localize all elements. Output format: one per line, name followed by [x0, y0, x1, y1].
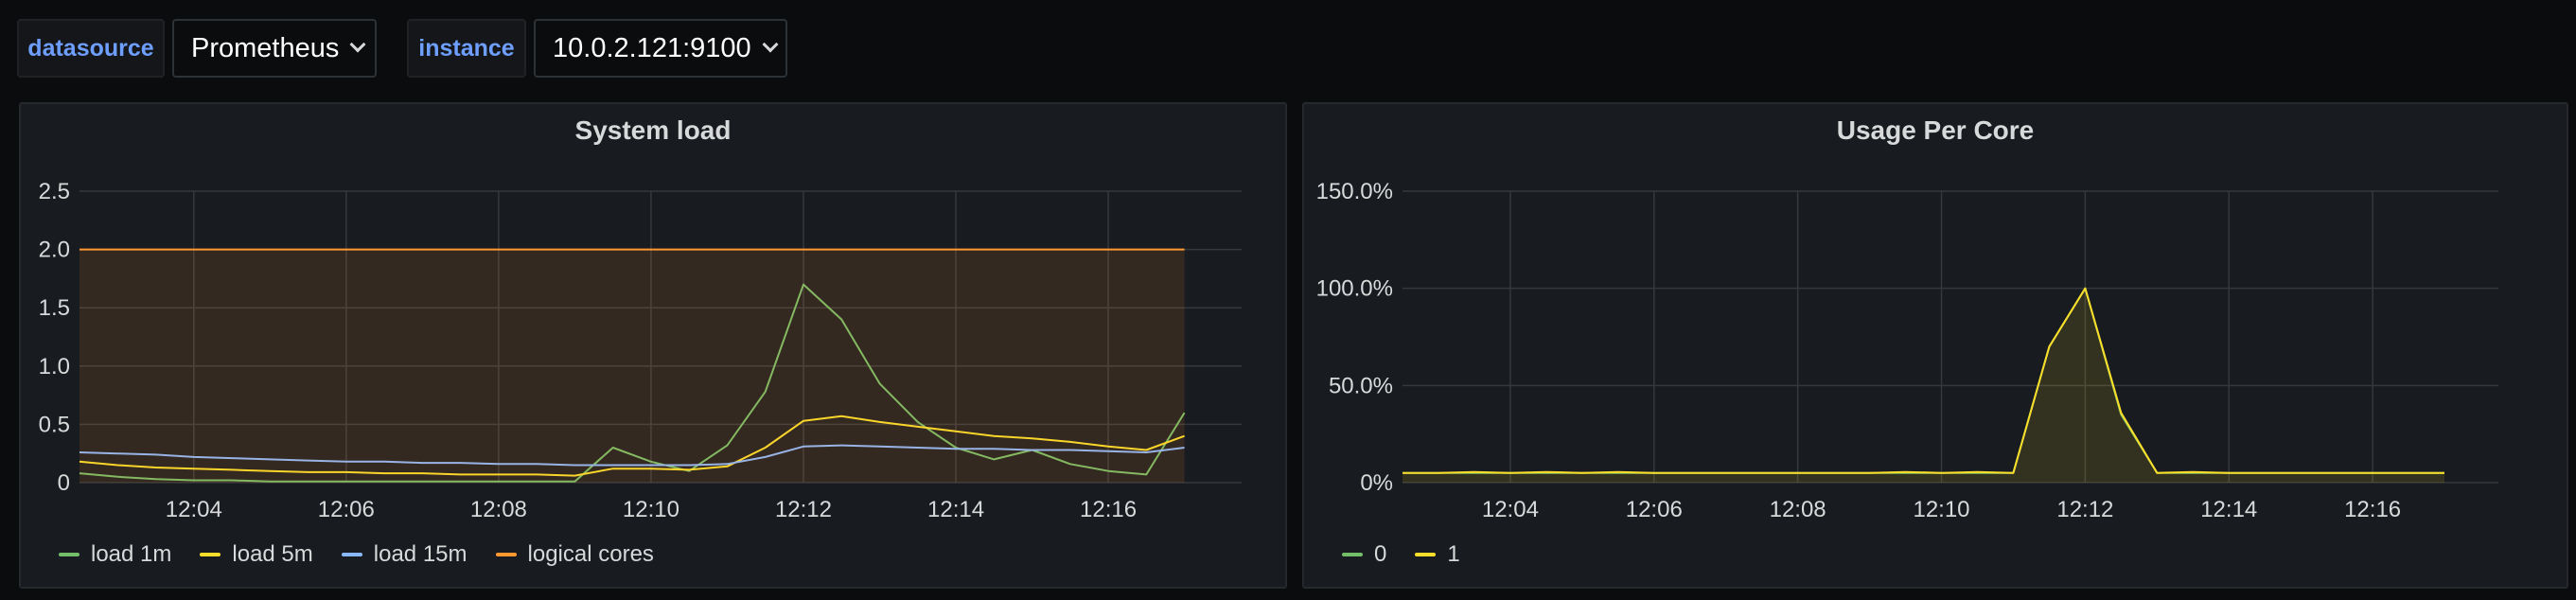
instance-select[interactable]: 10.0.2.121:9100 [534, 19, 787, 78]
system-load-legend: load 1m load 5m load 15m logical cores [59, 541, 654, 568]
x-tick-label: 12:14 [2200, 497, 2257, 522]
x-tick-label: 12:04 [1482, 497, 1539, 522]
y-tick-label: 0.5 [39, 412, 70, 437]
legend-item[interactable]: 1 [1415, 541, 1460, 568]
y-tick-label: 2.5 [39, 179, 70, 204]
y-tick-label: 50.0% [1329, 373, 1393, 398]
datasource-select[interactable]: Prometheus [172, 19, 377, 78]
usage-per-core-panel: Usage Per Core 0% 50.0% 100.0% 150.0% 12:04 1… [1302, 102, 2568, 589]
legend-swatch [59, 553, 79, 556]
instance-variable-label: instance [407, 19, 526, 78]
x-tick-label: 12:10 [1913, 497, 1969, 522]
series-area [79, 249, 1185, 483]
x-tick-label: 12:16 [1080, 497, 1137, 522]
x-tick-label: 12:16 [2344, 497, 2401, 522]
series-line [1403, 287, 2444, 474]
legend-label: 0 [1374, 541, 1387, 567]
y-tick-label: 100.0% [1316, 276, 1393, 302]
y-tick-label: 0% [1360, 470, 1393, 496]
legend-label: load 15m [373, 541, 468, 567]
legend-label: 1 [1447, 541, 1460, 567]
legend-swatch [495, 553, 517, 556]
legend-swatch [1415, 553, 1437, 556]
x-tick-label: 12:06 [1626, 497, 1683, 522]
legend-label: logical cores [527, 541, 654, 567]
legend-label: load 5m [232, 541, 313, 567]
datasource-value: Prometheus [191, 32, 340, 63]
x-tick-label: 12:04 [166, 497, 222, 522]
legend-swatch [200, 553, 221, 556]
x-tick-label: 12:14 [927, 497, 984, 522]
legend-swatch [341, 553, 362, 556]
system-load-panel: System load 0 0.5 1.0 1.5 2.0 2.5 12:04 12:06 12… [19, 102, 1287, 589]
x-tick-label: 12:12 [2056, 497, 2113, 522]
legend-item[interactable]: logical cores [495, 541, 654, 568]
legend-item[interactable]: 0 [1342, 541, 1386, 568]
chevron-down-icon [349, 36, 366, 53]
x-tick-label: 12:06 [318, 497, 375, 522]
x-tick-label: 12:08 [470, 497, 527, 522]
y-tick-label: 150.0% [1316, 179, 1393, 204]
usage-per-core-legend: 01 [1342, 541, 1460, 568]
y-tick-label: 2.0 [39, 238, 70, 263]
instance-value: 10.0.2.121:9100 [553, 32, 751, 63]
legend-item[interactable]: load 5m [200, 541, 313, 568]
y-tick-label: 0 [58, 470, 70, 496]
system-load-chart: 0 0.5 1.0 1.5 2.0 2.5 12:04 12:06 12:08 12:10 12:1… [39, 179, 1242, 522]
y-tick-label: 1.0 [39, 354, 70, 379]
x-tick-label: 12:12 [775, 497, 832, 522]
chevron-down-icon [762, 36, 779, 53]
y-tick-label: 1.5 [39, 295, 70, 321]
series-line [1403, 287, 2444, 474]
legend-item[interactable]: load 1m [59, 541, 171, 568]
x-tick-label: 12:10 [623, 497, 679, 522]
legend-item[interactable]: load 15m [341, 541, 468, 568]
legend-swatch [1342, 553, 1363, 556]
legend-label: load 1m [91, 541, 172, 567]
variable-bar: datasource Prometheus instance 10.0.2.12… [0, 0, 2576, 95]
datasource-variable-label: datasource [17, 19, 165, 78]
x-tick-label: 12:08 [1770, 497, 1826, 522]
usage-per-core-chart: 0% 50.0% 100.0% 150.0% 12:04 12:06 12:08 12:10 1… [1316, 179, 2498, 522]
